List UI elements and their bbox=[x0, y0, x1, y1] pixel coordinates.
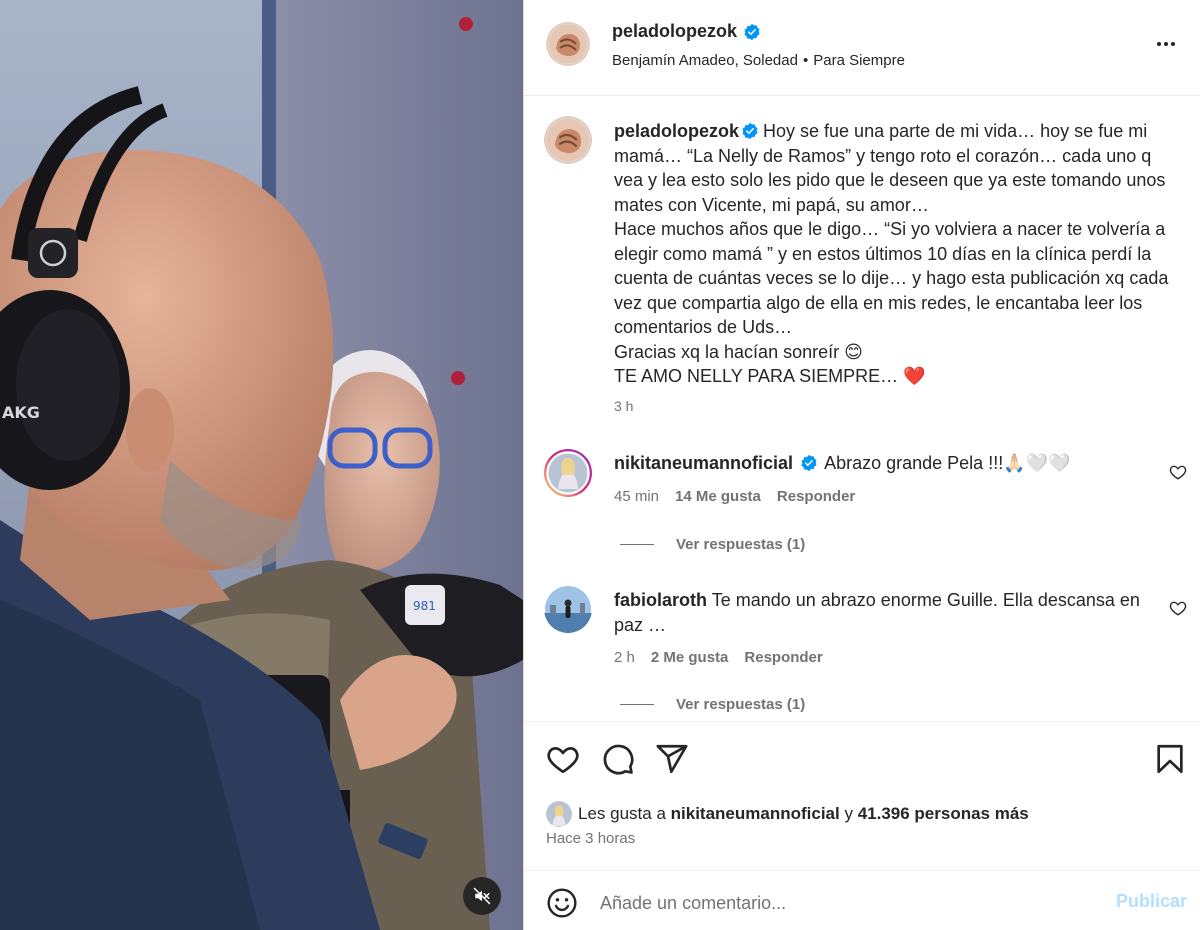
more-icon-dot bbox=[1171, 42, 1175, 46]
add-comment-bar: Publicar bbox=[524, 870, 1200, 930]
liker-avatar-image bbox=[546, 801, 572, 827]
author-avatar[interactable] bbox=[546, 22, 590, 66]
post-header: peladolopezok Benjamín Amadeo, Soledad • P… bbox=[524, 0, 1200, 96]
comment-like-heart-icon[interactable] bbox=[1169, 599, 1187, 617]
post-caption: peladolopezok Hoy se fue una parte de mi… bbox=[614, 119, 1174, 389]
more-icon-dot bbox=[1164, 42, 1168, 46]
view-replies-button[interactable]: Ver respuestas (1) bbox=[620, 696, 805, 713]
post-actions: Les gusta a nikitaneumannoficial y 41.39… bbox=[524, 721, 1200, 930]
bookmark-icon[interactable] bbox=[1153, 742, 1187, 776]
author-avatar-image bbox=[546, 22, 590, 66]
comment-like-heart-icon[interactable] bbox=[1169, 463, 1187, 481]
share-icon[interactable] bbox=[655, 742, 689, 776]
comment-likes[interactable]: 14 Me gusta bbox=[675, 488, 761, 505]
author-username-row: peladolopezok bbox=[612, 21, 761, 42]
post-media[interactable]: 981 AKG bbox=[0, 0, 523, 930]
caption-text-line: Gracias xq la hacían sonreír 😊 bbox=[614, 341, 863, 362]
view-replies-label: Ver respuestas (1) bbox=[676, 696, 806, 713]
commenter-avatar-image bbox=[544, 586, 592, 633]
reply-button[interactable]: Responder bbox=[777, 488, 855, 505]
mute-icon bbox=[473, 887, 491, 905]
comment-meta: 2 h 2 Me gusta Responder bbox=[614, 649, 823, 666]
likes-prefix: Les gusta a bbox=[578, 804, 666, 823]
comments-scroll-area[interactable]: peladolopezok Hoy se fue una parte de mi… bbox=[524, 97, 1200, 721]
post-photo: 981 AKG bbox=[0, 0, 523, 930]
more-icon-dot bbox=[1157, 42, 1161, 46]
comment-text: fabiolaroth Te mando un abrazo enorme Gu… bbox=[614, 588, 1154, 637]
commenter-username[interactable]: fabiolaroth bbox=[614, 590, 707, 610]
reply-button[interactable]: Responder bbox=[744, 649, 822, 666]
mute-button[interactable] bbox=[463, 877, 501, 915]
liker-avatar[interactable] bbox=[546, 801, 572, 827]
caption-timestamp[interactable]: 3 h bbox=[614, 398, 633, 414]
replies-divider bbox=[620, 704, 654, 705]
caption-username[interactable]: peladolopezok bbox=[614, 121, 739, 141]
comment-text: nikitaneumannoficial Abrazo grande Pela … bbox=[614, 451, 1154, 476]
comment-time[interactable]: 2 h bbox=[614, 649, 635, 666]
heart-icon[interactable] bbox=[546, 742, 580, 776]
svg-text:981: 981 bbox=[413, 599, 436, 613]
music-info[interactable]: Benjamín Amadeo, Soledad • Para Siempre bbox=[612, 52, 905, 69]
likes-others[interactable]: 41.396 personas más bbox=[858, 804, 1029, 824]
verified-badge-icon bbox=[801, 454, 817, 472]
commenter-avatar[interactable] bbox=[544, 449, 592, 497]
more-options-button[interactable] bbox=[1153, 34, 1179, 54]
post-details-panel: peladolopezok Benjamín Amadeo, Soledad • P… bbox=[523, 0, 1200, 930]
view-replies-button[interactable]: Ver respuestas (1) bbox=[620, 536, 805, 553]
replies-divider bbox=[620, 544, 654, 545]
commenter-username[interactable]: nikitaneumannoficial bbox=[614, 453, 793, 473]
view-replies-label: Ver respuestas (1) bbox=[676, 536, 806, 553]
caption-avatar-image bbox=[544, 116, 592, 164]
music-separator: • bbox=[802, 52, 809, 69]
commenter-avatar[interactable] bbox=[544, 585, 592, 633]
caption-author-avatar[interactable] bbox=[544, 116, 592, 164]
caption-text-line: Hace muchos años que le digo… “Si yo vol… bbox=[614, 219, 1169, 337]
commenter-avatar-image bbox=[544, 449, 592, 497]
likes-summary: Les gusta a nikitaneumannoficial y 41.39… bbox=[546, 801, 1029, 827]
comment-body: Abrazo grande Pela !!!🙏🏻🤍🤍 bbox=[824, 453, 1071, 473]
author-username[interactable]: peladolopezok bbox=[612, 21, 737, 42]
emoji-icon[interactable] bbox=[546, 887, 578, 919]
comment-likes[interactable]: 2 Me gusta bbox=[651, 649, 729, 666]
music-artists: Benjamín Amadeo, Soledad bbox=[612, 52, 798, 69]
svg-text:AKG: AKG bbox=[2, 403, 40, 422]
comment-icon[interactable] bbox=[601, 742, 635, 776]
caption-text-line: TE AMO NELLY PARA SIEMPRE… ❤️ bbox=[614, 366, 926, 386]
likes-connector: y bbox=[844, 804, 853, 823]
verified-badge-icon bbox=[742, 122, 758, 140]
comment-input[interactable] bbox=[600, 889, 1080, 917]
likes-user[interactable]: nikitaneumannoficial bbox=[671, 804, 840, 824]
comment-time[interactable]: 45 min bbox=[614, 488, 659, 505]
post-timestamp[interactable]: Hace 3 horas bbox=[546, 830, 635, 847]
comment-meta: 45 min 14 Me gusta Responder bbox=[614, 488, 855, 505]
music-song: Para Siempre bbox=[813, 52, 905, 69]
publish-button[interactable]: Publicar bbox=[1116, 891, 1187, 912]
verified-badge-icon bbox=[744, 23, 760, 40]
